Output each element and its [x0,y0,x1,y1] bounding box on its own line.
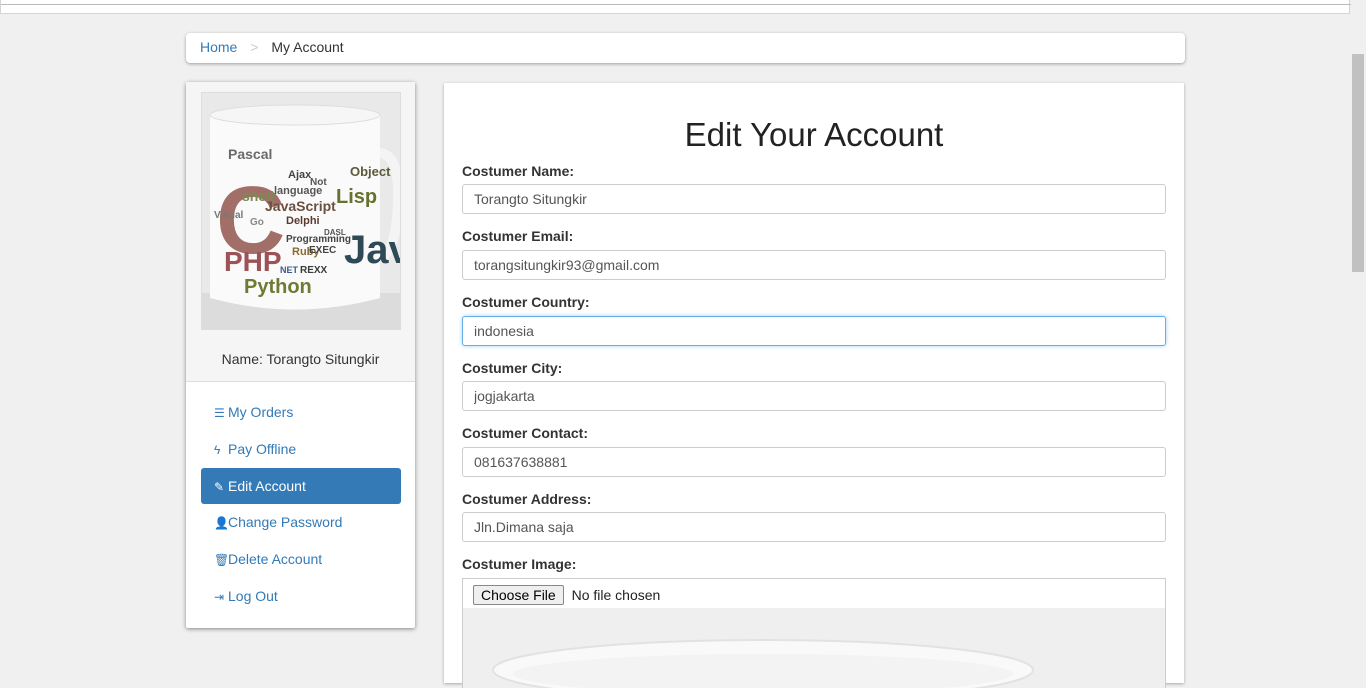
browser-top-bar [0,0,1351,14]
edit-account-panel: Edit Your Account Costumer Name: Costume… [444,83,1184,688]
sidebar-item-label: Pay Offline [228,440,297,457]
mug-word: Go [250,217,264,228]
city-field[interactable] [462,381,1166,411]
sidebar-item-edit-account[interactable]: ✎ Edit Account [201,467,401,504]
profile-area: Pascal C PHP Python JavaScript Lisp Java… [186,82,415,382]
pencil-icon: ✎ [214,479,225,494]
mug-word: Java [344,228,400,272]
city-label: Costumer City: [462,360,563,376]
profile-image: Pascal C PHP Python JavaScript Lisp Java… [201,92,401,330]
breadcrumb-home-link[interactable]: Home [200,39,237,55]
name-field[interactable] [462,184,1166,214]
user-icon: 👤 [214,516,229,531]
sidebar-menu: ☰ My Orders ϟ Pay Offline ✎ Edit Account 👤C… [201,394,401,615]
mug-word: Delphi [286,215,320,227]
mug-word: Ajax [288,169,312,181]
breadcrumb-current: My Account [271,39,344,55]
country-field[interactable] [462,316,1166,346]
contact-field[interactable] [462,447,1166,477]
email-field[interactable] [462,250,1166,280]
page-scrollbar[interactable] [1350,14,1366,669]
mug-word: Object [350,164,391,179]
file-status: No file chosen [571,587,661,603]
mug-word: NET [280,265,299,275]
profile-name: Name: Torangto Situngkir [221,351,380,367]
mug-word: Not [310,177,327,188]
mug-word: Lisp [336,186,377,208]
image-preview [462,608,1166,688]
mug-word: shell [242,188,274,204]
sidebar-item-delete-account[interactable]: 🗑Delete Account [201,541,401,577]
preview-mug-picture [463,608,1165,688]
mug-word: Visual [214,210,243,221]
mug-word: DASL [324,228,346,237]
sidebar-item-my-orders[interactable]: ☰ My Orders [201,394,401,430]
sidebar-item-label: Log Out [228,587,278,604]
mug-word: Python [244,276,312,298]
mug-picture: Pascal C PHP Python JavaScript Lisp Java… [202,93,400,329]
name-label: Costumer Name: [462,163,575,179]
mug-word: Pascal [228,146,272,162]
sidebar-item-label: My Orders [228,404,294,420]
breadcrumb: Home > My Account [186,33,1185,63]
country-label: Costumer Country: [462,294,590,310]
contact-label: Costumer Contact: [462,425,589,441]
sidebar-item-log-out[interactable]: ⇥ Log Out [201,578,401,614]
sidebar-item-label: Delete Account [228,551,323,568]
mug-word: JavaScript [265,198,336,214]
trash-icon: 🗑 [214,553,230,568]
sidebar-item-pay-offline[interactable]: ϟ Pay Offline [201,431,401,467]
account-sidebar: Pascal C PHP Python JavaScript Lisp Java… [186,82,415,628]
mug-word: EXEC [309,245,336,256]
list-icon: ☰ [214,406,225,420]
page-title: Edit Your Account [684,116,944,153]
sidebar-item-label: Edit Account [228,477,306,494]
scrollbar-thumb[interactable] [1352,54,1364,272]
address-label: Costumer Address: [462,491,592,507]
sidebar-item-change-password[interactable]: 👤Change Password [201,504,401,540]
bolt-icon: ϟ [214,442,221,457]
sidebar-item-label: Change Password [228,514,343,531]
choose-file-button[interactable]: Choose File [473,585,564,605]
mug-word: REXX [300,265,328,276]
mug-word: PHP [224,246,282,277]
top-divider [1,4,1351,5]
image-label: Costumer Image: [462,556,577,572]
breadcrumb-separator: > [250,39,259,55]
sign-out-icon: ⇥ [214,589,225,604]
email-label: Costumer Email: [462,228,574,244]
address-field[interactable] [462,512,1166,542]
image-file-input[interactable]: Choose File No file chosen [462,578,1166,608]
